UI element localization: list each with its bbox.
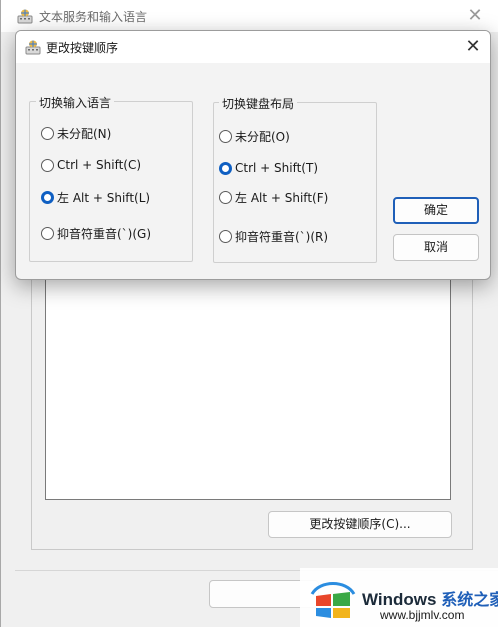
radio-input-grave-accent[interactable]: 抑音符重音(`)(G) [41, 225, 151, 241]
group-title-keyboard-layout: 切换键盘布局 [219, 95, 298, 112]
dialog-title: 更改按键顺序 [46, 41, 119, 55]
radio-input-ctrl-shift[interactable]: Ctrl + Shift(C) [41, 157, 141, 173]
radio-layout-unassigned[interactable]: 未分配(O) [219, 128, 290, 144]
radio-button[interactable] [41, 126, 54, 140]
radio-label: 抑音符重音(`)(G) [57, 226, 152, 241]
group-title-input-language: 切换输入语言 [36, 94, 115, 111]
radio-label: 抑音符重音(`)(R) [235, 229, 329, 244]
radio-label: Ctrl + Shift(C) [57, 158, 142, 172]
radio-label: 未分配(N) [57, 126, 112, 141]
change-key-sequence-dialog: 更改按键顺序 ✕ 切换输入语言 未分配(N) Ctrl + Shift(C) 左… [15, 30, 491, 280]
keyboard-icon [17, 9, 33, 24]
bg-title-bar: 文本服务和输入语言 ✕ [1, 0, 498, 32]
radio-layout-ctrl-shift[interactable]: Ctrl + Shift(T) [219, 160, 318, 176]
ok-button[interactable]: 确定 [393, 197, 479, 224]
radio-label: Ctrl + Shift(T) [235, 161, 319, 175]
watermark-url: www.bjjmlv.com [380, 608, 465, 622]
radio-label: 未分配(O) [235, 129, 290, 144]
radio-button[interactable] [41, 158, 54, 172]
radio-label: 左 Alt + Shift(L) [57, 190, 151, 205]
watermark-brand: Windows 系统之家 [362, 586, 498, 610]
windows-logo-icon [310, 582, 356, 618]
bg-window-title: 文本服务和输入语言 [39, 10, 148, 24]
close-icon[interactable]: ✕ [461, 35, 485, 59]
radio-input-left-alt-shift[interactable]: 左 Alt + Shift(L) [41, 189, 150, 205]
watermark: Windows 系统之家 www.bjjmlv.com [300, 568, 498, 627]
keyboard-icon [25, 40, 41, 55]
change-key-sequence-button[interactable]: 更改按键顺序(C)... [268, 511, 452, 538]
radio-layout-grave-accent[interactable]: 抑音符重音(`)(R) [219, 228, 328, 244]
watermark-brand-en: Windows [362, 590, 437, 609]
radio-button-selected[interactable] [41, 190, 54, 204]
radio-label: 左 Alt + Shift(F) [235, 190, 329, 205]
watermark-brand-cn: 系统之家 [441, 592, 498, 609]
radio-layout-left-alt-shift[interactable]: 左 Alt + Shift(F) [219, 189, 328, 205]
cancel-button[interactable]: 取消 [393, 234, 479, 261]
radio-button[interactable] [219, 229, 232, 243]
radio-button[interactable] [41, 226, 54, 240]
radio-button[interactable] [219, 129, 232, 143]
radio-button[interactable] [219, 190, 232, 204]
bg-close-icon[interactable]: ✕ [463, 4, 487, 28]
radio-button-selected[interactable] [219, 161, 232, 175]
radio-input-unassigned[interactable]: 未分配(N) [41, 125, 111, 141]
hotkey-listbox[interactable] [45, 276, 451, 500]
dialog-title-bar: 更改按键顺序 ✕ [16, 31, 490, 63]
